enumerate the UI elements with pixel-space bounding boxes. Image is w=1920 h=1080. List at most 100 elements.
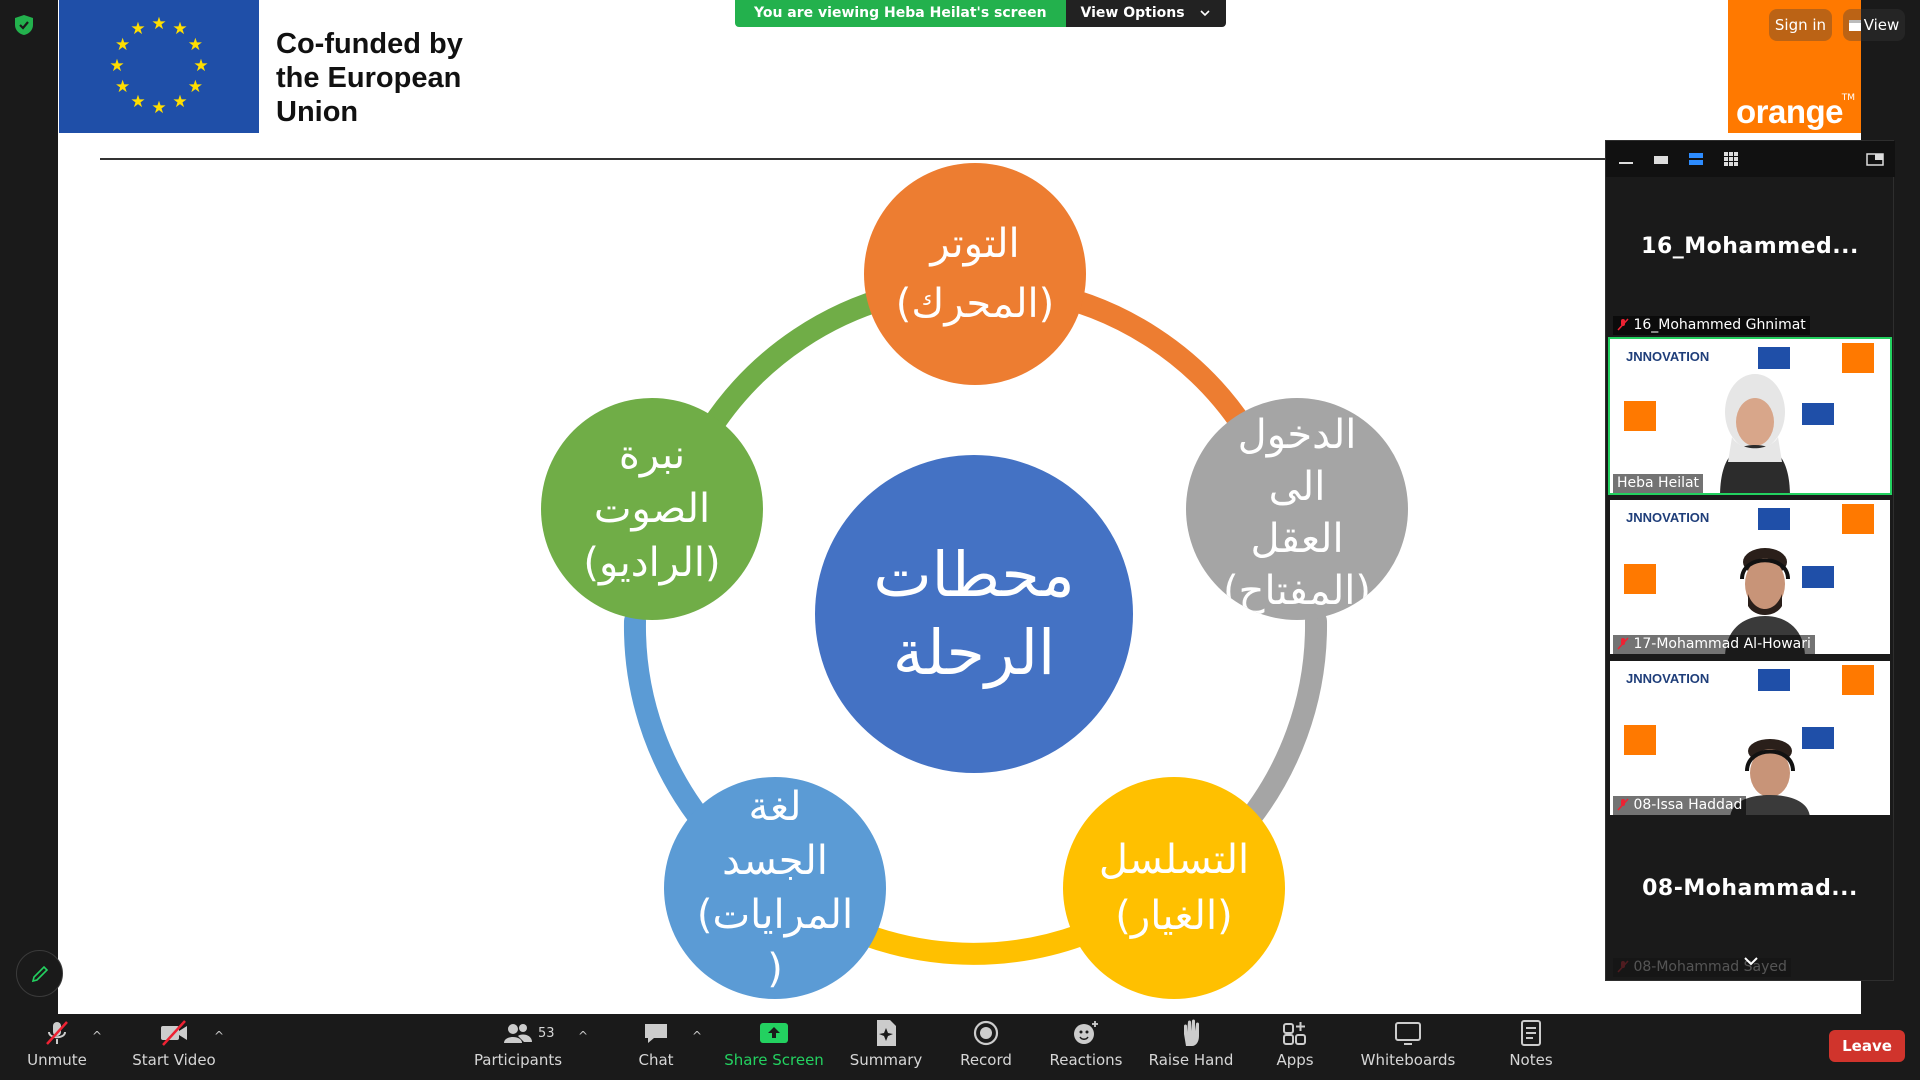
participant-name-label: Heba Heilat	[1613, 474, 1704, 493]
participant-tile[interactable]: 16_Mohammed... 16_Mohammed Ghnimat	[1608, 179, 1892, 337]
summary-icon	[877, 1020, 896, 1046]
leave-button[interactable]: Leave	[1829, 1030, 1905, 1062]
participant-video: JNNOVATION	[1608, 659, 1892, 817]
top-node: التوتر (المحرك)	[864, 163, 1086, 385]
share-screen-label: Share Screen	[724, 1051, 824, 1069]
participants-caret-icon[interactable]: ^	[578, 1029, 588, 1043]
right-node-line: العقل	[1250, 516, 1344, 562]
chat-icon	[645, 1024, 667, 1043]
calendar-icon	[1848, 20, 1861, 31]
participant-video: JNNOVATION	[1608, 337, 1892, 495]
participant-tile[interactable]: 08-Mohammad... 08-Mohammad Sayed	[1608, 821, 1892, 979]
minimize-icon[interactable]	[1617, 150, 1635, 168]
chat-button[interactable]: Chat	[625, 1014, 687, 1080]
view-options-label: View Options	[1080, 5, 1185, 21]
record-button[interactable]: Record	[953, 1014, 1019, 1080]
participants-button[interactable]: Participants	[472, 1014, 564, 1080]
view-button-label: View	[1863, 16, 1900, 34]
mic-muted-icon	[1617, 960, 1629, 973]
participant-display-name: 08-Mohammad...	[1642, 876, 1858, 901]
viewing-banner-text: You are viewing Heba Heilat's screen	[735, 0, 1066, 27]
video-options-caret-icon[interactable]: ^	[214, 1029, 224, 1043]
top-node-line: التوتر	[930, 221, 1020, 267]
sign-in-button[interactable]: Sign in	[1769, 9, 1832, 41]
participants-count: 53	[538, 1026, 555, 1041]
summary-label: Summary	[849, 1051, 923, 1069]
apps-button[interactable]: Apps	[1264, 1014, 1326, 1080]
gallery-toolbar	[1606, 141, 1895, 177]
notes-icon	[1521, 1020, 1541, 1046]
side-by-side-icon[interactable]	[1866, 150, 1884, 168]
reactions-label: Reactions	[1049, 1051, 1123, 1069]
chevron-down-icon	[1200, 10, 1210, 17]
strip-view-icon[interactable]	[1687, 150, 1705, 168]
bottom-right-node: التسلسل (الغيار)	[1063, 777, 1285, 999]
unmute-label: Unmute	[27, 1051, 87, 1069]
gallery-panel: 16_Mohammed... 16_Mohammed Ghnimat JNNOV…	[1605, 140, 1895, 981]
zoom-meeting-window: { "slide": { "eu_text_lines": ["Co-funde…	[0, 0, 1920, 1080]
view-options-button[interactable]: View Options	[1065, 0, 1226, 27]
scroll-down-chevron-icon[interactable]	[1743, 956, 1759, 966]
whiteboards-button[interactable]: Whiteboards	[1358, 1014, 1458, 1080]
bottom-right-node-line: التسلسل	[1098, 837, 1250, 883]
whiteboard-icon	[1395, 1022, 1421, 1045]
bottom-left-node-line: )	[767, 946, 783, 992]
video-off-icon	[161, 1020, 187, 1046]
viewing-banner: You are viewing Heba Heilat's screen Vie…	[735, 0, 1226, 27]
view-button[interactable]: View	[1843, 9, 1905, 41]
bottom-left-node-line: (المرايات	[696, 892, 854, 938]
participant-video: JNNOVATION	[1608, 498, 1892, 656]
summary-button[interactable]: Summary	[846, 1014, 926, 1080]
apps-icon	[1283, 1022, 1306, 1045]
participant-name: 08-Mohammad Sayed	[1633, 959, 1787, 975]
unmute-button[interactable]: Unmute	[22, 1014, 92, 1080]
apps-label: Apps	[1276, 1051, 1314, 1069]
participant-person	[1720, 374, 1790, 493]
video-bg-logo-text: JNNOVATION	[1626, 671, 1710, 686]
raise-hand-button[interactable]: Raise Hand	[1147, 1014, 1235, 1080]
gallery-grid-icon[interactable]	[1722, 150, 1740, 168]
speaker-view-icon[interactable]	[1652, 150, 1670, 168]
participant-tile[interactable]: JNNOVATION 17-Mohammad Al-Howari	[1608, 498, 1892, 656]
participant-name-label: 17-Mohammad Al-Howari	[1613, 635, 1815, 654]
participant-name: Heba Heilat	[1617, 475, 1700, 491]
participants-label: Participants	[473, 1051, 563, 1069]
reactions-button[interactable]: Reactions	[1045, 1014, 1127, 1080]
record-icon	[973, 1020, 999, 1046]
chat-caret-icon[interactable]: ^	[692, 1029, 702, 1043]
security-shield-icon[interactable]	[13, 14, 35, 36]
video-bg-logo-text: JNNOVATION	[1626, 349, 1710, 364]
participant-tile[interactable]: JNNOVATION Heba Heilat	[1608, 337, 1892, 495]
audio-options-caret-icon[interactable]: ^	[92, 1029, 102, 1043]
participant-name: 16_Mohammed Ghnimat	[1633, 317, 1806, 333]
center-node-line: الرحلة	[892, 616, 1056, 689]
participant-tile[interactable]: JNNOVATION 08-Issa Haddad	[1608, 659, 1892, 817]
raise-hand-icon	[1184, 1019, 1199, 1046]
participant-name-label: 08-Issa Haddad	[1613, 796, 1747, 815]
participant-name-label: 16_Mohammed Ghnimat	[1613, 316, 1810, 335]
share-screen-icon	[760, 1023, 788, 1043]
center-node: محطات الرحلة	[815, 455, 1133, 773]
right-node: الدخول الى العقل (المفتاح)	[1186, 398, 1408, 620]
mic-muted-icon	[1617, 798, 1629, 811]
participants-icon	[504, 1024, 532, 1043]
start-video-button[interactable]: Start Video	[130, 1014, 218, 1080]
participant-name-label: 08-Mohammad Sayed	[1613, 958, 1791, 977]
annotate-button[interactable]	[16, 950, 63, 997]
chat-label: Chat	[638, 1051, 674, 1069]
mic-muted-icon	[1617, 318, 1629, 331]
share-screen-button[interactable]: Share Screen	[722, 1014, 826, 1080]
bottom-right-node-line: (الغيار)	[1115, 893, 1233, 939]
left-node: نبرة الصوت (الراديو)	[541, 398, 763, 620]
bottom-left-node-line: لغة	[748, 784, 802, 830]
left-node-line: الصوت	[593, 486, 711, 532]
notes-label: Notes	[1509, 1051, 1553, 1069]
whiteboards-label: Whiteboards	[1360, 1051, 1456, 1069]
raise-hand-label: Raise Hand	[1148, 1051, 1234, 1069]
meeting-toolbar: Unmute ^ Start Video ^ Participants 53 ^…	[0, 1014, 1920, 1080]
left-node-line: (الراديو)	[583, 540, 721, 586]
participant-name: 17-Mohammad Al-Howari	[1633, 636, 1811, 652]
notes-button[interactable]: Notes	[1500, 1014, 1562, 1080]
participant-display-name: 16_Mohammed...	[1641, 234, 1859, 259]
center-node-line: محطات	[873, 538, 1075, 611]
